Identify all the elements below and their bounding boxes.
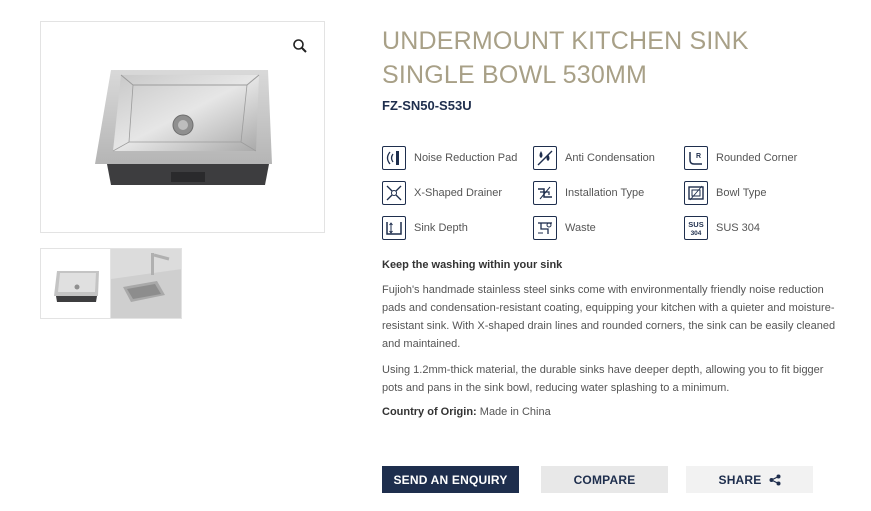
description-paragraph-2: Using 1.2mm-thick material, the durable … bbox=[382, 364, 824, 394]
feature-item: Noise Reduction Pad bbox=[382, 146, 533, 170]
share-label: SHARE bbox=[718, 472, 762, 487]
svg-text:R: R bbox=[696, 153, 701, 160]
send-enquiry-label: SEND AN ENQUIRY bbox=[393, 472, 508, 487]
noise-reduction-icon bbox=[382, 146, 406, 170]
product-title: UNDERMOUNT KITCHEN SINK SINGLE BOWL 530M… bbox=[382, 27, 749, 89]
rounded-corner-icon: R bbox=[684, 146, 708, 170]
feature-label: Bowl Type bbox=[716, 187, 767, 199]
thumbnail-strip bbox=[40, 248, 182, 319]
feature-item: R Rounded Corner bbox=[684, 146, 835, 170]
feature-grid: Noise Reduction Pad Anti Condensation R … bbox=[382, 146, 842, 240]
description-paragraph-1: Fujioh's handmade stainless steel sinks … bbox=[382, 284, 836, 350]
sus-icon-text-bottom: 304 bbox=[691, 230, 702, 237]
country-of-origin: Country of Origin: Made in China bbox=[382, 406, 551, 418]
feature-label: Waste bbox=[565, 222, 596, 234]
x-shaped-drainer-icon bbox=[382, 181, 406, 205]
compare-button[interactable]: COMPARE bbox=[541, 466, 668, 493]
feature-item: Bowl Type bbox=[684, 181, 835, 205]
feature-label: Installation Type bbox=[565, 187, 645, 199]
send-enquiry-button[interactable]: SEND AN ENQUIRY bbox=[382, 466, 519, 493]
feature-item: Waste bbox=[533, 216, 684, 240]
product-main-image[interactable] bbox=[40, 21, 325, 233]
feature-label: Rounded Corner bbox=[716, 152, 798, 164]
feature-label: X-Shaped Drainer bbox=[414, 187, 503, 199]
origin-value: Made in China bbox=[479, 406, 551, 418]
feature-label: Anti Condensation bbox=[565, 152, 655, 164]
sink-image bbox=[95, 70, 272, 185]
product-sku: FZ-SN50-S53U bbox=[382, 98, 472, 113]
share-icon bbox=[769, 474, 781, 486]
compare-label: COMPARE bbox=[573, 472, 636, 487]
sus-304-icon: SUS 304 bbox=[684, 216, 708, 240]
description-heading: Keep the washing within your sink bbox=[382, 259, 563, 271]
bowl-type-icon bbox=[684, 181, 708, 205]
anti-condensation-icon bbox=[533, 146, 557, 170]
feature-item: SUS 304 SUS 304 bbox=[684, 216, 835, 240]
feature-label: Noise Reduction Pad bbox=[414, 152, 518, 164]
feature-item: Installation Type bbox=[533, 181, 684, 205]
feature-label: Sink Depth bbox=[414, 222, 468, 234]
share-button[interactable]: SHARE bbox=[686, 466, 813, 493]
feature-item: Anti Condensation bbox=[533, 146, 684, 170]
thumbnail-1[interactable] bbox=[40, 248, 111, 319]
origin-label: Country of Origin: bbox=[382, 406, 477, 418]
feature-item: Sink Depth bbox=[382, 216, 533, 240]
waste-icon bbox=[533, 216, 557, 240]
zoom-icon[interactable] bbox=[292, 38, 308, 54]
feature-label: SUS 304 bbox=[716, 222, 761, 234]
sink-depth-icon bbox=[382, 216, 406, 240]
thumbnail-2[interactable] bbox=[111, 248, 182, 319]
sus-icon-text-top: SUS bbox=[688, 220, 703, 229]
feature-item: X-Shaped Drainer bbox=[382, 181, 533, 205]
installation-type-icon bbox=[533, 181, 557, 205]
